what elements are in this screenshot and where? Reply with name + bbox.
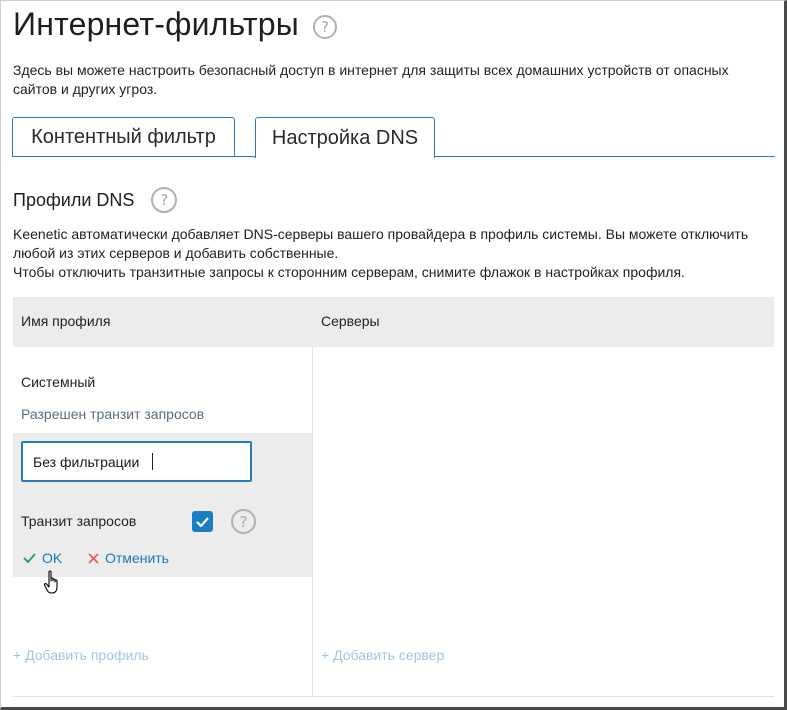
tab-bar: Контентный фильтр Настройка DNS: [12, 117, 775, 158]
page-header: Интернет-фильтры ?: [13, 6, 337, 43]
profile-status: Разрешен транзит запросов: [21, 406, 205, 422]
ok-label: OK: [42, 550, 63, 566]
close-icon: [88, 552, 99, 564]
help-icon[interactable]: ?: [231, 509, 256, 534]
check-icon: [196, 516, 209, 527]
column-header-servers: Серверы: [321, 313, 380, 329]
table-bottom-divider: [13, 696, 774, 697]
tab-dns-settings[interactable]: Настройка DNS: [255, 117, 435, 158]
add-server-link[interactable]: + Добавить сервер: [321, 647, 444, 663]
page-description: Здесь вы можете настроить безопасный дос…: [13, 62, 729, 97]
column-divider: [312, 347, 313, 697]
transit-checkbox[interactable]: [192, 511, 213, 532]
section-header: Профили DNS ?: [13, 187, 178, 213]
profile-name[interactable]: Системный: [21, 374, 95, 390]
cancel-label: Отменить: [105, 550, 169, 566]
tab-content-filter[interactable]: Контентный фильтр: [12, 117, 235, 156]
page-title: Интернет-фильтры: [13, 6, 299, 42]
check-icon: [23, 553, 36, 563]
ok-button[interactable]: OK: [23, 550, 62, 566]
window-frame: [0, 0, 787, 710]
hand-pointer-icon: [43, 570, 58, 594]
info-text-2: Чтобы отключить транзитные запросы к сто…: [13, 264, 685, 280]
transit-label: Транзит запросов: [21, 513, 137, 529]
cancel-button[interactable]: Отменить: [88, 550, 169, 566]
section-title: Профили DNS: [13, 189, 135, 210]
profile-name-input[interactable]: [21, 441, 252, 482]
add-profile-link[interactable]: + Добавить профиль: [13, 647, 149, 663]
table-header: Имя профиля Серверы: [13, 297, 774, 347]
section-info: Keenetic автоматически добавляет DNS-сер…: [13, 225, 773, 282]
profile-edit-panel: Транзит запросов ? OK Отменить: [13, 433, 312, 577]
column-header-profile-name: Имя профиля: [21, 313, 111, 329]
text-caret: [152, 453, 153, 470]
help-icon[interactable]: ?: [151, 187, 178, 213]
help-icon[interactable]: ?: [312, 14, 337, 39]
info-text-1: Keenetic автоматически добавляет DNS-сер…: [13, 226, 749, 261]
